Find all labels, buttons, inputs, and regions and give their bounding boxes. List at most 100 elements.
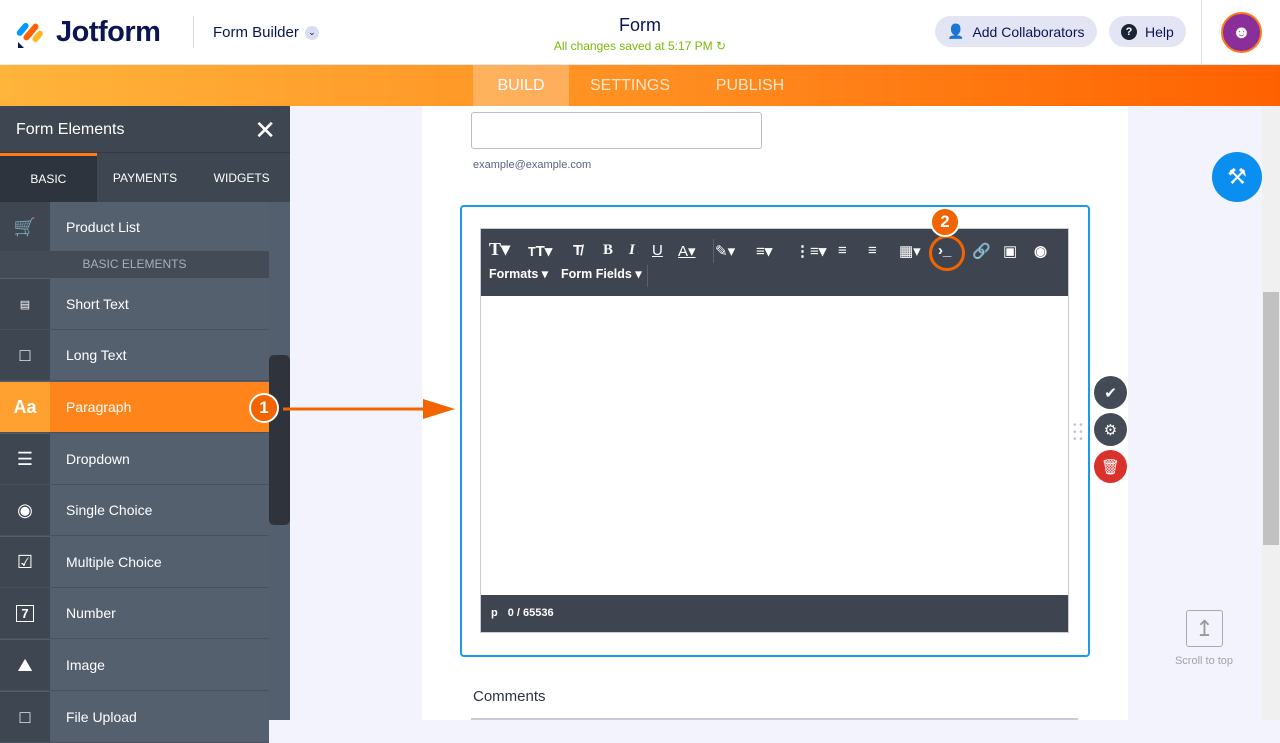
element-dropdown[interactable]: ☰ Dropdown	[0, 434, 269, 485]
toolbar-divider	[647, 265, 648, 287]
tab-settings[interactable]: SETTINGS	[580, 65, 680, 106]
element-label: Number	[66, 605, 116, 621]
cart-icon: 🛒	[0, 202, 50, 252]
table-icon[interactable]: ▦▾	[899, 242, 921, 260]
add-collaborators-button[interactable]: 👤 Add Collaborators	[935, 16, 1097, 47]
form-builder-menu[interactable]: Form Builder ⌄	[213, 24, 319, 41]
avatar[interactable]: ☻	[1221, 12, 1262, 53]
form-designer-button[interactable]: ⚒	[1212, 152, 1262, 202]
email-input[interactable]	[471, 112, 762, 149]
image-icon: ⛰	[0, 640, 50, 690]
clear-format-icon[interactable]: T̸	[573, 242, 582, 259]
scrollbar-thumb[interactable]	[1263, 292, 1279, 545]
form-title[interactable]: Form	[440, 15, 840, 36]
list-icon[interactable]: ⋮≡▾	[795, 242, 826, 260]
element-label: Paragraph	[66, 399, 132, 415]
radio-icon: ◉	[0, 485, 50, 535]
element-paragraph[interactable]: Aa Paragraph	[0, 382, 269, 433]
divider	[193, 16, 194, 48]
help-label: Help	[1145, 23, 1174, 40]
element-label: Multiple Choice	[66, 554, 162, 570]
paragraph-editor[interactable]: T▾ TT▾ T̸ B I U A▾ ✎▾ ≡▾ ⋮≡▾ ≡ ≡ ▦▾ ›_ 🔗…	[480, 228, 1069, 633]
element-path: p	[491, 607, 498, 619]
panel-title: Form Elements	[16, 121, 125, 138]
comments-label: Comments	[473, 688, 546, 705]
step-badge-1: 1	[249, 393, 279, 423]
divider	[1201, 0, 1202, 65]
formats-menu[interactable]: Formats ▾	[489, 266, 548, 281]
element-label: File Upload	[66, 709, 137, 725]
outdent-icon[interactable]: ≡	[838, 242, 847, 259]
scroll-to-top-button[interactable]: ↥	[1186, 610, 1223, 647]
highlight-icon[interactable]: ✎▾	[715, 242, 735, 260]
user-icon: 👤	[947, 23, 965, 39]
arrow-annotation	[283, 399, 455, 419]
gear-icon: ⚙	[1103, 421, 1118, 439]
upload-icon: □	[0, 692, 50, 742]
brand-name: Jotform	[56, 16, 161, 48]
element-multiple-choice[interactable]: ☑ Multiple Choice	[0, 537, 269, 588]
help-button[interactable]: ? Help	[1109, 16, 1186, 47]
align-icon[interactable]: ≡▾	[756, 242, 772, 260]
element-product-list[interactable]: 🛒 Product List	[0, 202, 269, 253]
underline-icon[interactable]: U	[652, 242, 663, 259]
font-family-icon[interactable]: T▾	[489, 239, 510, 260]
element-file-upload[interactable]: □ File Upload	[0, 692, 269, 743]
tab-build[interactable]: BUILD	[473, 65, 569, 106]
delete-button[interactable]: 🗑	[1094, 450, 1127, 483]
bold-icon[interactable]: B	[603, 242, 613, 259]
number-icon-glyph: 7	[16, 604, 34, 622]
paint-roller-icon: ⚒	[1227, 164, 1247, 189]
toolbar-divider	[713, 239, 714, 263]
insert-image-icon[interactable]: ▣	[1003, 242, 1017, 260]
drag-handle-icon[interactable]: • • • • • •	[1073, 421, 1083, 445]
check-icon: ✔	[1104, 384, 1117, 402]
editor-content-area[interactable]	[481, 296, 1068, 596]
tab-payments[interactable]: PAYMENTS	[97, 153, 194, 202]
tab-basic[interactable]: BASIC	[0, 153, 97, 202]
dropdown-icon: ☰	[0, 434, 50, 484]
sidebar-scrollbar[interactable]	[269, 355, 290, 525]
short-text-icon: ▤	[0, 279, 50, 329]
trash-icon: 🗑	[1100, 458, 1121, 476]
element-label: Single Choice	[66, 502, 153, 518]
save-status-text: All changes saved at 5:17 PM	[553, 39, 713, 53]
refresh-icon: ↻	[716, 39, 727, 53]
form-elements-panel: Form Elements ✕ BASIC PAYMENTS WIDGETS 🛒…	[0, 106, 290, 743]
email-sublabel: example@example.com	[473, 159, 592, 171]
italic-icon[interactable]: I	[629, 242, 635, 259]
step-badge-2: 2	[930, 207, 960, 237]
preview-eye-icon[interactable]: ◉	[1034, 242, 1047, 260]
element-single-choice[interactable]: ◉ Single Choice	[0, 485, 269, 536]
section-label: BASIC ELEMENTS	[0, 251, 269, 278]
font-size-icon[interactable]: TT▾	[528, 242, 552, 260]
close-icon[interactable]: ✕	[254, 115, 276, 146]
highlight-ring	[929, 235, 965, 271]
element-short-text[interactable]: ▤ Short Text	[0, 279, 269, 330]
editor-statusbar: p 0 / 65536	[481, 595, 1068, 632]
element-tabs: BASIC PAYMENTS WIDGETS	[0, 152, 290, 202]
form-fields-label: Form Fields	[561, 267, 632, 281]
link-icon[interactable]: 🔗	[972, 242, 991, 260]
check-button[interactable]: ✔	[1094, 376, 1127, 409]
text-color-icon[interactable]: A▾	[678, 242, 696, 260]
panel-header: Form Elements ✕	[0, 106, 290, 152]
tab-publish[interactable]: PUBLISH	[700, 65, 800, 106]
builder-nav: BUILD SETTINGS PUBLISH	[0, 65, 1280, 106]
field-settings-button[interactable]: ⚙	[1094, 413, 1127, 446]
number-icon: 7	[0, 588, 50, 638]
editor-toolbar: T▾ TT▾ T̸ B I U A▾ ✎▾ ≡▾ ⋮≡▾ ≡ ≡ ▦▾ ›_ 🔗…	[481, 229, 1068, 296]
paragraph-icon: Aa	[0, 382, 50, 432]
element-long-text[interactable]: □ Long Text	[0, 330, 269, 381]
form-fields-menu[interactable]: Form Fields ▾	[561, 266, 642, 281]
tab-widgets[interactable]: WIDGETS	[193, 153, 290, 202]
arrow-up-icon: ↥	[1195, 615, 1214, 641]
long-text-icon: □	[0, 330, 50, 380]
element-label: Dropdown	[66, 451, 130, 467]
element-label: Short Text	[66, 296, 129, 312]
element-image[interactable]: ⛰ Image	[0, 640, 269, 691]
jotform-logo[interactable]: Jotform	[16, 16, 161, 49]
indent-icon[interactable]: ≡	[868, 242, 877, 259]
add-collaborators-label: Add Collaborators	[972, 23, 1085, 40]
element-number[interactable]: 7 Number	[0, 588, 269, 639]
